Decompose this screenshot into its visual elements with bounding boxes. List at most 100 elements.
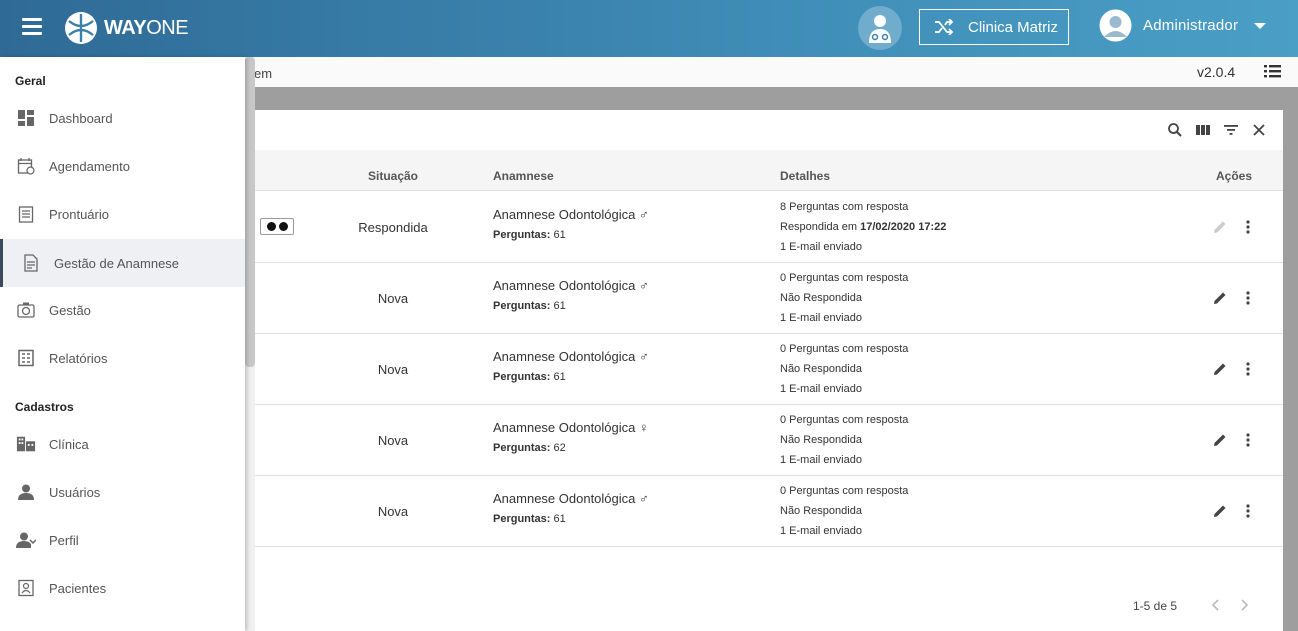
more-vert-icon[interactable] [1242, 219, 1254, 235]
breadcrumb-partial: em [254, 66, 273, 81]
calendar-icon [16, 156, 36, 176]
user-menu[interactable]: Administrador [1099, 9, 1267, 42]
sidebar-item-label: Dashboard [49, 111, 113, 126]
sidebar: Geral Cadastros Dashboard Agendamento Pron… [0, 57, 245, 631]
chevron-left-icon[interactable] [1211, 598, 1221, 617]
header-detalhes[interactable]: Detalhes [780, 169, 830, 183]
answer-status: Não Respondida [780, 363, 862, 375]
sidebar-item-label: Agendamento [49, 159, 130, 174]
answered-count: 0 Perguntas com resposta [780, 414, 909, 426]
sidebar-item-user[interactable]: Usuários [0, 468, 245, 516]
table-row[interactable]: Respondida Anamnese Odontológica ♂ Pergunt… [245, 192, 1283, 263]
pagination-label: 1-5 de 5 [1133, 599, 1178, 613]
answer-status: Não Respondida [780, 434, 862, 446]
questions-count: Perguntas: 61 [493, 371, 566, 383]
status-cell: Nova [377, 433, 409, 448]
more-vert-icon[interactable] [1242, 432, 1254, 448]
answered-count: 0 Perguntas com resposta [780, 343, 909, 355]
edit-icon[interactable] [1212, 503, 1228, 519]
top-bar: WAYONE Clinica Matriz Administrador [0, 0, 1298, 57]
table-row[interactable]: Nova Anamnese Odontológica ♂ Perguntas: 61… [245, 334, 1283, 405]
document-icon [21, 253, 41, 273]
camera-icon [16, 300, 36, 320]
clinic-label: Clinica Matriz [968, 18, 1059, 36]
list-icon[interactable] [1264, 64, 1281, 84]
logo-leaf-icon [65, 12, 97, 44]
filter-icon[interactable] [1223, 122, 1239, 138]
questions-count: Perguntas: 62 [493, 442, 566, 454]
anamnese-name: Anamnese Odontológica ♀ [493, 420, 649, 435]
doctor-icon [869, 15, 891, 43]
answered-count: 0 Perguntas com resposta [780, 272, 909, 284]
profile-icon [16, 530, 36, 550]
answer-status: Não Respondida [780, 292, 862, 304]
status-cell: Nova [377, 362, 409, 377]
columns-icon[interactable] [1195, 122, 1211, 138]
version-label: v2.0.4 [1197, 64, 1236, 80]
toggle-switch[interactable] [260, 218, 294, 235]
status-cell: Respondida [358, 220, 428, 235]
sidebar-item-label: Gestão [49, 303, 91, 318]
more-vert-icon[interactable] [1242, 503, 1254, 519]
clipboard-icon [16, 204, 36, 224]
sidebar-scrollbar[interactable] [245, 57, 255, 367]
doctor-button[interactable] [858, 6, 902, 50]
sidebar-item-dashboard[interactable]: Dashboard [0, 94, 245, 142]
answer-status: Respondida em 17/02/2020 17:22 [780, 221, 947, 233]
close-icon[interactable] [1251, 122, 1267, 138]
clinic-switch-button[interactable]: Clinica Matriz [919, 9, 1069, 45]
user-name: Administrador [1143, 17, 1239, 34]
table-header: Situação Anamnese Detalhes Ações [245, 150, 1283, 191]
questions-count: Perguntas: 61 [493, 300, 566, 312]
sidebar-item-building[interactable]: Clínica [0, 420, 245, 468]
edit-icon[interactable] [1212, 290, 1228, 306]
logo[interactable]: WAYONE [64, 11, 189, 45]
edit-icon[interactable] [1212, 219, 1228, 235]
anamnese-name: Anamnese Odontológica ♂ [493, 349, 649, 364]
sidebar-item-label: Pacientes [49, 581, 107, 596]
sidebar-item-profile[interactable]: Perfil [0, 516, 245, 564]
sidebar-item-camera[interactable]: Gestão [0, 286, 245, 334]
sidebar-item-patient[interactable]: Pacientes [0, 564, 245, 612]
sidebar-item-report[interactable]: Relatórios [0, 334, 245, 382]
section-geral: Geral [15, 74, 46, 88]
sidebar-item-label: Prontuário [49, 207, 109, 222]
shuffle-icon [934, 19, 954, 35]
more-vert-icon[interactable] [1242, 361, 1254, 377]
anamnese-table-card: Situação Anamnese Detalhes Ações Respond… [245, 110, 1283, 631]
header-acoes: Ações [1216, 169, 1253, 183]
sidebar-item-label: Gestão de Anamnese [54, 256, 180, 271]
header-situacao[interactable]: Situação [368, 169, 418, 183]
table-toolbar [1167, 122, 1267, 138]
chevron-down-icon [1254, 22, 1267, 29]
logo-text: WAYONE [104, 16, 189, 39]
search-icon[interactable] [1167, 122, 1183, 138]
sidebar-item-calendar[interactable]: Agendamento [0, 142, 245, 190]
menu-icon[interactable] [22, 18, 42, 36]
user-avatar-icon [1099, 9, 1132, 42]
table-row[interactable]: Nova Anamnese Odontológica ♂ Perguntas: 61… [245, 476, 1283, 547]
chevron-right-icon[interactable] [1239, 598, 1249, 617]
section-cadastros: Cadastros [15, 400, 74, 414]
dashboard-icon [16, 108, 36, 128]
table-row[interactable]: Nova Anamnese Odontológica ♀ Perguntas: 62… [245, 405, 1283, 476]
user-icon [16, 482, 36, 502]
edit-icon[interactable] [1212, 432, 1228, 448]
sidebar-item-document[interactable]: Gestão de Anamnese [0, 239, 245, 287]
edit-icon[interactable] [1212, 361, 1228, 377]
answer-status: Não Respondida [780, 505, 862, 517]
sidebar-item-label: Clínica [49, 437, 89, 452]
questions-count: Perguntas: 61 [493, 229, 566, 241]
anamnese-name: Anamnese Odontológica ♂ [493, 207, 649, 222]
patient-icon [16, 578, 36, 598]
sidebar-item-label: Perfil [49, 533, 79, 548]
status-cell: Nova [377, 291, 409, 306]
email-status: 1 E-mail enviado [780, 383, 862, 395]
sidebar-item-clipboard[interactable]: Prontuário [0, 190, 245, 238]
header-anamnese[interactable]: Anamnese [493, 169, 554, 183]
more-vert-icon[interactable] [1242, 290, 1254, 306]
email-status: 1 E-mail enviado [780, 454, 862, 466]
table-row[interactable]: Nova Anamnese Odontológica ♂ Perguntas: 61… [245, 263, 1283, 334]
email-status: 1 E-mail enviado [780, 525, 862, 537]
report-icon [16, 348, 36, 368]
